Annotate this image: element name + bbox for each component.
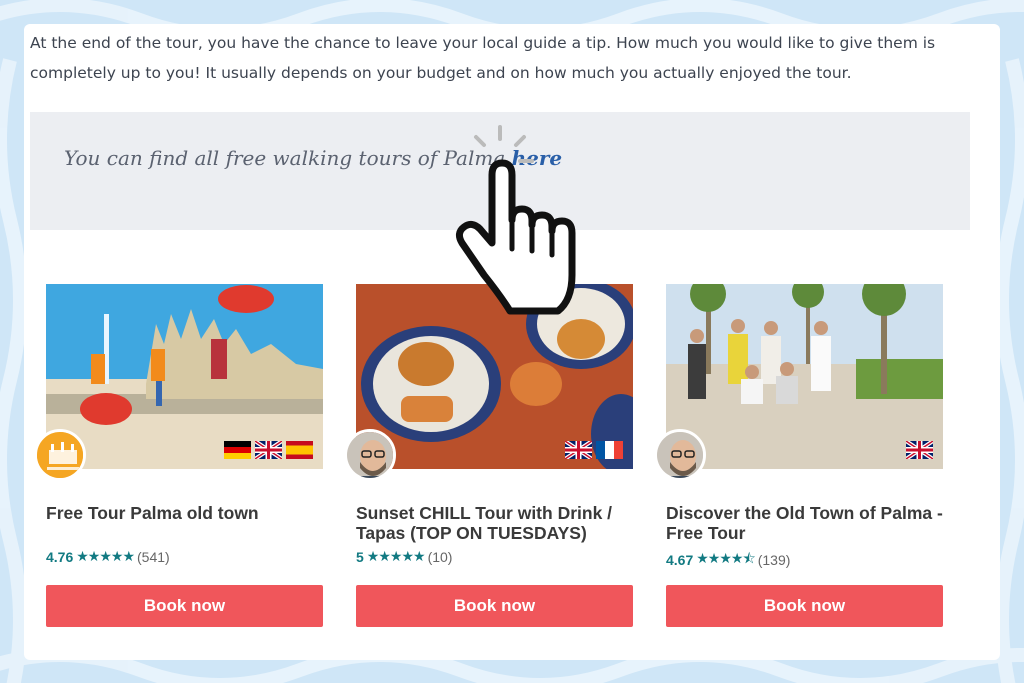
tour-title[interactable]: Free Tour Palma old town [46, 503, 336, 523]
star-rating-icon: ★★★★★ [366, 548, 426, 564]
language-flags [224, 441, 313, 459]
palma-logo-icon [37, 432, 83, 478]
tour-image[interactable] [666, 284, 943, 469]
tour-image[interactable] [46, 284, 323, 469]
pointer-hand-cursor-icon [455, 125, 576, 315]
rating-value: 5 [356, 548, 364, 565]
book-now-button[interactable]: Book now [666, 585, 943, 627]
rating-value: 4.67 [666, 552, 694, 568]
flag-gb-icon [255, 441, 282, 459]
book-now-button[interactable]: Book now [46, 585, 323, 627]
tour-card[interactable]: Discover the Old Town of Palma - Free To… [654, 284, 943, 627]
review-count: (541) [137, 548, 170, 565]
flag-gb-icon [565, 441, 592, 459]
review-count: (139) [757, 552, 791, 568]
tour-rating: 4.76 ★★★★★ (541) [46, 548, 170, 565]
guide-logo-badge [34, 429, 86, 481]
flag-gb-icon [906, 441, 933, 459]
tour-card[interactable]: Free Tour Palma old town 4.76 ★★★★★ (541… [34, 284, 323, 627]
language-flags [565, 441, 623, 459]
flag-es-icon [286, 441, 313, 459]
guide-avatar-icon [657, 432, 703, 478]
tour-title[interactable]: Discover the Old Town of Palma - Free To… [666, 503, 956, 543]
rating-value: 4.76 [46, 548, 74, 565]
guide-avatar-icon [347, 432, 393, 478]
language-flags [906, 441, 933, 459]
star-rating-icon: ★★★★⯪ [696, 550, 755, 566]
article-content-card: At the end of the tour, you have the cha… [24, 24, 1000, 660]
tour-rating: 4.67 ★★★★⯪ (139) [666, 548, 790, 572]
flag-de-icon [224, 441, 251, 459]
book-now-button[interactable]: Book now [356, 585, 633, 627]
star-rating-icon: ★★★★★ [76, 548, 135, 564]
tour-photo-group [666, 284, 943, 469]
flag-fr-icon [596, 441, 623, 459]
guide-avatar [654, 429, 706, 481]
tour-rating: 5 ★★★★★ (10) [356, 548, 452, 565]
tip-paragraph: At the end of the tour, you have the cha… [30, 34, 936, 82]
guide-avatar [344, 429, 396, 481]
review-count: (10) [427, 548, 453, 565]
tour-title[interactable]: Sunset CHILL Tour with Drink / Tapas (TO… [356, 503, 646, 543]
